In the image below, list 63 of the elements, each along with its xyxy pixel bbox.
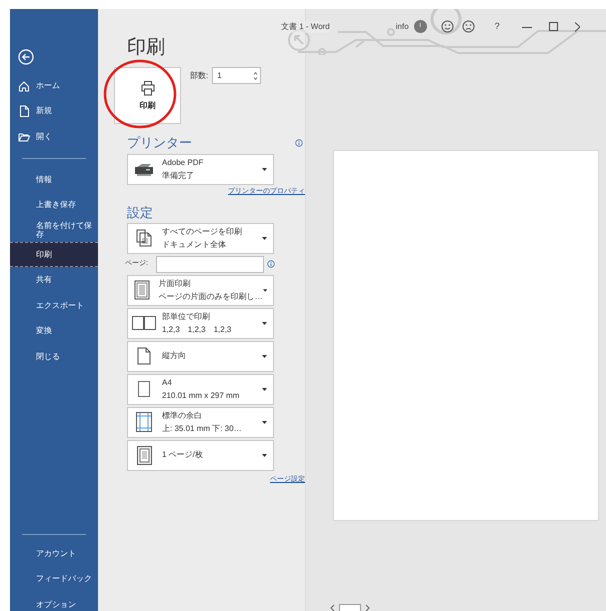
caret-icon: [262, 454, 267, 456]
dropdown[interactable]: 1 ページ/枚: [127, 440, 274, 470]
section-heading: 設定: [127, 204, 153, 220]
folder-icon: [18, 130, 30, 143]
dropdown[interactable]: 標準の余白 上: 35.01 mm 下: 30…: [127, 406, 274, 438]
print-button[interactable]: 印刷: [114, 67, 181, 124]
copies-field[interactable]: 1: [212, 67, 262, 84]
next-page-icon: [365, 604, 370, 611]
paper-size-icon: [138, 381, 150, 397]
sidebar-item[interactable]: 変換: [10, 318, 98, 344]
dropdown[interactable]: 縦方向: [127, 340, 274, 372]
dropdown[interactable]: 片面印刷 ページの片面のみを印刷し…: [127, 274, 274, 306]
margins-icon: [136, 412, 152, 432]
sidebar-item[interactable]: エクスポート: [10, 292, 98, 318]
sidebar-item[interactable]: オプション: [10, 592, 98, 611]
document-icon: [134, 280, 150, 300]
sidebar-item[interactable]: 新規: [10, 98, 98, 124]
sidebar-item[interactable]: フィードバック: [10, 566, 98, 592]
sidebar-item[interactable]: 開く: [10, 124, 98, 150]
info-icon: [267, 260, 275, 268]
document-icon: [18, 105, 30, 118]
info-label: info: [396, 20, 409, 33]
caret-icon: [262, 388, 267, 390]
sidebar-item[interactable]: 名前を付けて保存: [10, 218, 98, 242]
page-title: 印刷: [127, 36, 165, 60]
copies-label: 部数:: [190, 70, 208, 82]
pages-field[interactable]: [156, 256, 264, 272]
caret-icon: [262, 322, 267, 324]
caret-icon: [262, 236, 267, 240]
printer-icon: [140, 80, 156, 96]
caret-icon: [262, 354, 267, 358]
caret-icon: [262, 420, 267, 424]
page-number-field[interactable]: [339, 604, 361, 611]
sidebar-item[interactable]: 印刷: [10, 242, 98, 267]
sidebar-item[interactable]: 上書き保存: [10, 192, 98, 218]
window-title: 文書 1 - Word: [281, 20, 330, 33]
dropdown[interactable]: Adobe PDF 準備完了: [127, 154, 274, 185]
smiley-icon[interactable]: [440, 20, 454, 34]
collate-icon: [132, 316, 156, 330]
dropdown[interactable]: A4 210.01 mm x 297 mm: [127, 374, 274, 404]
caret-icon: [262, 168, 267, 171]
sidebar-item[interactable]: 共有: [10, 267, 98, 292]
home-icon: [18, 80, 30, 92]
close-icon[interactable]: [574, 22, 580, 32]
frown-icon[interactable]: [462, 20, 475, 34]
info-icon: [295, 139, 303, 147]
help-button[interactable]: ?: [494, 20, 500, 34]
caret-icon: [262, 288, 267, 292]
back-icon[interactable]: [18, 49, 34, 65]
page-per-sheet-icon: [136, 446, 152, 464]
previous-page-icon: [330, 604, 335, 611]
dropdown[interactable]: 部単位で印刷 1,2,3 1,2,3 1,2,3: [127, 308, 274, 338]
sidebar-item[interactable]: 閉じる: [10, 344, 98, 369]
sidebar-item[interactable]: 情報: [10, 166, 98, 192]
sidebar-item[interactable]: ホーム: [10, 73, 98, 98]
pages-icon: [135, 229, 153, 247]
spinner-icon: [253, 70, 258, 80]
maximize-icon[interactable]: [548, 22, 558, 32]
portrait-page-icon: [137, 347, 151, 365]
dropdown[interactable]: すべてのページを印刷 ドキュメント全体: [127, 222, 274, 254]
sidebar-item[interactable]: アカウント: [10, 540, 98, 566]
printer-icon: [134, 162, 154, 176]
section-heading: プリンター: [127, 135, 192, 151]
